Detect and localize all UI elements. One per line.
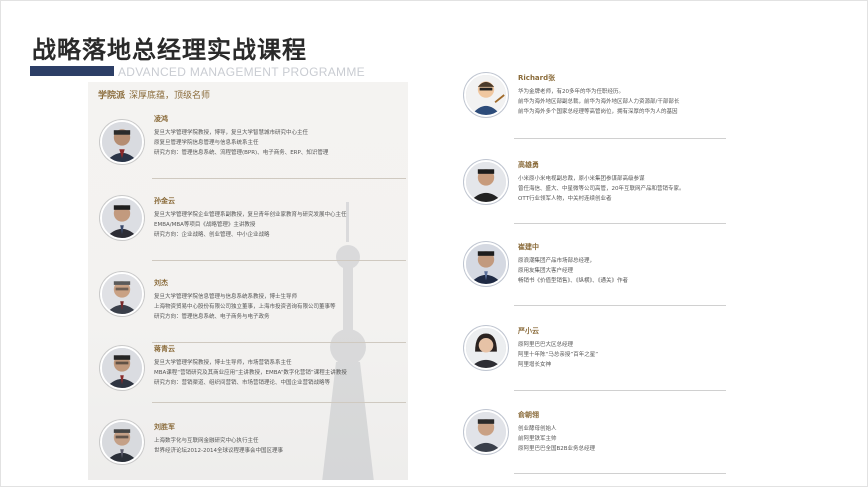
practitioner-name: Richard张 (518, 74, 556, 82)
faculty-name: 凌鸿 (154, 115, 168, 123)
practitioner-bio-line: 阿里增长女神 (518, 362, 552, 368)
avatar (464, 242, 508, 286)
avatar (100, 420, 144, 464)
avatar (464, 410, 508, 454)
practitioner-name: 严小云 (518, 327, 539, 335)
practitioner-bio-line: 前华为海外多个国家总经理等高管岗位，拥有深厚的华为人的基因 (518, 109, 678, 115)
practitioner-info: Richard张 华为金牌老师，有20多年的华为任职经历。 前华为海外地区部副总… (518, 73, 728, 117)
faculty-bio-line: 研究方向：管理信息系统、电子商务与电子政务 (154, 314, 270, 320)
faculty-bio-line: 上海数字化与互联网金融研究中心执行主任 (154, 438, 259, 444)
faculty-info: 孙金云 复旦大学管理学院企业管理系副教授，复旦青年创业家教育与研究发展中心主任 … (154, 196, 404, 240)
avatar (464, 326, 508, 370)
divider (514, 138, 726, 139)
title-accent-bar (30, 66, 114, 76)
faculty-name: 蒋青云 (154, 345, 175, 353)
avatar (100, 272, 144, 316)
practitioner-bio-line: 畅销书《价值型销售》、《纵横》、《通关》作者 (518, 278, 629, 284)
person-portrait-icon (102, 348, 142, 388)
practitioner-bio-line: 原阿里巴巴大区总经理 (518, 342, 574, 348)
faculty-bio-line: 研究方向：营销渠道、组织间营销、市场营销理论、中国企业营销战略等 (154, 380, 331, 386)
faculty-info: 刘杰 复旦大学管理学院信息管理与信息系统系教授，博士生导师 上海物资贸易中心股份… (154, 278, 404, 322)
practitioner-name: 高雄勇 (518, 161, 539, 169)
avatar (464, 73, 508, 117)
faculty-info: 蒋青云 复旦大学管理学院教授，博士生导师，市场营销系系主任 MBA课程“营销研究… (154, 344, 404, 388)
avatar (100, 120, 144, 164)
faculty-panel-academic: 学院派 深厚底蕴，顶级名师 凌鸿 复旦大学管理学院教授，博导，复旦大学智慧城市研究… (88, 82, 408, 480)
person-portrait-icon (466, 412, 506, 452)
avatar (100, 196, 144, 240)
divider (152, 260, 406, 261)
person-portrait-icon (102, 198, 142, 238)
faculty-bio-line: 复旦大学管理学院教授，博导，复旦大学智慧城市研究中心主任 (154, 130, 309, 136)
panel-heading-tag: 深厚底蕴，顶级名师 (129, 91, 211, 101)
faculty-bio-line: 复旦大学管理学院企业管理系副教授，复旦青年创业家教育与研究发展中心主任 (154, 212, 347, 218)
person-portrait-icon (466, 162, 506, 202)
practitioner-name: 崔建中 (518, 243, 539, 251)
faculty-info: 刘胜军 上海数字化与互联网金融研究中心执行主任 世界经济论坛2012-2014全… (154, 422, 404, 456)
avatar (464, 160, 508, 204)
panel-heading-label: 学院派 (98, 91, 126, 101)
practitioner-info: 严小云 原阿里巴巴大区总经理 阿里十年陈“马总亲授”百年之星” 阿里增长女神 (518, 326, 728, 370)
avatar (100, 346, 144, 390)
faculty-bio-line: 复旦大学管理学院信息管理与信息系统系教授，博士生导师 (154, 294, 298, 300)
page-title: 战略落地总经理实战课程 (32, 35, 307, 64)
practitioner-bio-line: 原浪潮集团产品市场部总经理， (518, 258, 596, 264)
practitioner-bio-line: 原用友集团大客户经理 (518, 268, 574, 274)
practitioner-bio-line: 小米原小米电视副总裁，原小米集团参谋部高级参谋 (518, 176, 645, 182)
faculty-bio-line: MBA课程“营销研究及其商业应用”主讲教授，EMBA“数字化营销”课程主讲教授 (154, 370, 347, 376)
person-portrait-icon (102, 274, 142, 314)
divider (152, 342, 406, 343)
practitioner-bio-line: 前华为海外地区部副总裁，前华为海外地区部人力资源部/干部部长 (518, 99, 680, 105)
faculty-bio-line: 研究方向：管理信息系统、流程管理(BPR)、电子商务、ERP、知识管理 (154, 150, 329, 156)
divider (152, 402, 406, 403)
panel-heading: 学院派 深厚底蕴，顶级名师 (98, 88, 210, 101)
faculty-bio-line: 复旦大学管理学院教授，博士生导师，市场营销系系主任 (154, 360, 292, 366)
practitioner-bio-line: 前阿里铁军主帅 (518, 436, 557, 442)
practitioner-bio-line: 原阿里巴巴全国B2B业务总经理 (518, 446, 596, 452)
faculty-name: 刘杰 (154, 279, 168, 287)
practitioner-name: 俞朝翎 (518, 411, 539, 419)
faculty-bio-line: 原复旦管理学院信息管理与信息系统系主任 (154, 140, 259, 146)
divider (152, 178, 406, 179)
person-portrait-icon (466, 328, 506, 368)
faculty-info: 凌鸿 复旦大学管理学院教授，博导，复旦大学智慧城市研究中心主任 原复旦管理学院信… (154, 114, 404, 158)
person-portrait-icon (102, 122, 142, 162)
practitioner-bio-line: 阿里十年陈“马总亲授”百年之星” (518, 352, 599, 358)
faculty-name: 刘胜军 (154, 423, 175, 431)
practitioner-bio-line: OTT行业领军人物，中关村连续创业者 (518, 196, 612, 202)
faculty-bio-line: 世界经济论坛2012-2014全球议程理事会中国区理事 (154, 448, 283, 454)
person-portrait-icon (102, 422, 142, 462)
divider (514, 390, 726, 391)
faculty-bio-line: EMBA/MBA等项目《战略管理》主讲教授 (154, 222, 256, 228)
practitioner-info: 高雄勇 小米原小米电视副总裁，原小米集团参谋部高级参谋 曾任海信、盛大、中星微等… (518, 160, 728, 204)
person-portrait-icon (466, 244, 506, 284)
practitioner-info: 崔建中 原浪潮集团产品市场部总经理， 原用友集团大客户经理 畅销书《价值型销售》… (518, 242, 728, 286)
practitioner-bio-line: 曾任海信、盛大、中星微等公司高管，20年互联网产品和营销专家。 (518, 186, 685, 192)
divider (514, 223, 726, 224)
practitioner-bio-line: 创业酵母创始人 (518, 426, 557, 432)
faculty-name: 孙金云 (154, 197, 175, 205)
divider (514, 473, 726, 474)
practitioner-info: 俞朝翎 创业酵母创始人 前阿里铁军主帅 原阿里巴巴全国B2B业务总经理 (518, 410, 728, 454)
cartoon-lecturer-icon (466, 75, 506, 115)
divider (514, 305, 726, 306)
faculty-bio-line: 研究方向：企业战略、创业管理、中小企业战略 (154, 232, 270, 238)
page-subtitle-en: ADVANCED MANAGEMENT PROGRAMME (118, 65, 365, 79)
faculty-bio-line: 上海物资贸易中心股份有限公司独立董事，上海市投资咨询有限公司董事等 (154, 304, 336, 310)
practitioner-bio-line: 华为金牌老师，有20多年的华为任职经历。 (518, 89, 624, 95)
